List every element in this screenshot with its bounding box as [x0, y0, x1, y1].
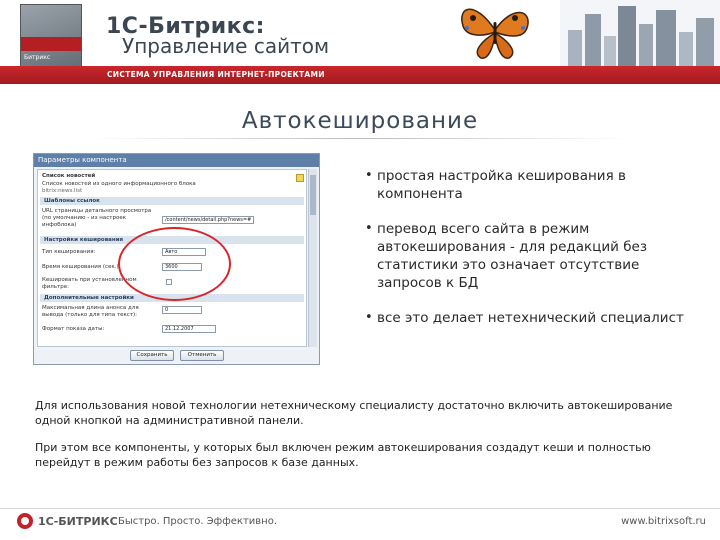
highlight-ellipse: [118, 227, 231, 301]
header-tagline: СИСТЕМА УПРАВЛЕНИЯ ИНТЕРНЕТ-ПРОЕКТАМИ: [107, 70, 325, 79]
header: Битрикс 1С-Битрикс: Управление сайтом СИ…: [0, 0, 720, 88]
bullet-dot-icon: •: [365, 310, 373, 325]
bitrix-logo-icon: [17, 513, 33, 529]
bullet-item: • простая настройка кеширования в компон…: [363, 167, 703, 203]
footer-url-link[interactable]: www.bitrixsoft.ru: [621, 516, 706, 527]
bullet-item: • перевод всего сайта в режим автокеширо…: [363, 220, 703, 292]
logo-text: Битрикс: [24, 54, 51, 61]
logo-band: [21, 37, 81, 51]
bullet-dot-icon: •: [365, 168, 373, 183]
bullet-text: все это делает нетехнический специалист: [377, 310, 684, 326]
component-icon: [296, 174, 304, 182]
bullet-text: простая настройка кеширования в компонен…: [377, 168, 626, 202]
component-name: Список новостей: [42, 173, 96, 179]
footer-brand: 1С-БИТРИКС: [38, 515, 118, 528]
scrollbar-thumb[interactable]: [310, 175, 316, 215]
title-divider: [90, 138, 630, 139]
city-skyline-icon: [560, 0, 720, 70]
detail-url-input[interactable]: /content/news/detail.php?news=#: [162, 216, 254, 224]
window-scrollbar[interactable]: [308, 169, 317, 347]
detail-url-label: URL страницы детального просмотра (по ум…: [42, 208, 152, 228]
date-format-select[interactable]: 21.12.2007: [162, 325, 216, 333]
slide-title: Автокеширование: [241, 108, 479, 134]
brand-subtitle: Управление сайтом: [122, 34, 330, 58]
cancel-button[interactable]: Отменить: [180, 350, 224, 361]
paragraph-usage: Для использования новой технологии нетех…: [35, 399, 673, 427]
bullet-dot-icon: •: [365, 221, 373, 236]
footer-slogan: Быстро. Просто. Эффективно.: [118, 516, 278, 527]
date-format-label: Формат показа даты:: [42, 326, 105, 332]
component-path: bitrix:news.list: [42, 188, 83, 194]
butterfly-icon: [461, 8, 529, 59]
section-link-templates[interactable]: Шаблоны ссылок: [40, 197, 304, 205]
component-description: Список новостей из одного информационног…: [42, 181, 196, 187]
bullet-list: • простая настройка кеширования в компон…: [363, 167, 703, 344]
announce-length-label: Максимальная длина анонса для вывода (то…: [42, 305, 139, 318]
bullet-item: • все это делает нетехнический специалис…: [363, 309, 703, 327]
cache-time-label: Время кеширования (сек.):: [42, 264, 121, 270]
cache-type-label: Тип кеширования:: [42, 249, 96, 255]
footer-divider: [0, 508, 720, 509]
save-button[interactable]: Сохранить: [130, 350, 174, 361]
window-title: Параметры компонента: [34, 154, 319, 167]
announce-length-input[interactable]: 0: [162, 306, 202, 314]
bullet-text: перевод всего сайта в режим автокеширова…: [377, 221, 648, 291]
paragraph-components: При этом все компоненты, у которых был в…: [35, 441, 651, 469]
